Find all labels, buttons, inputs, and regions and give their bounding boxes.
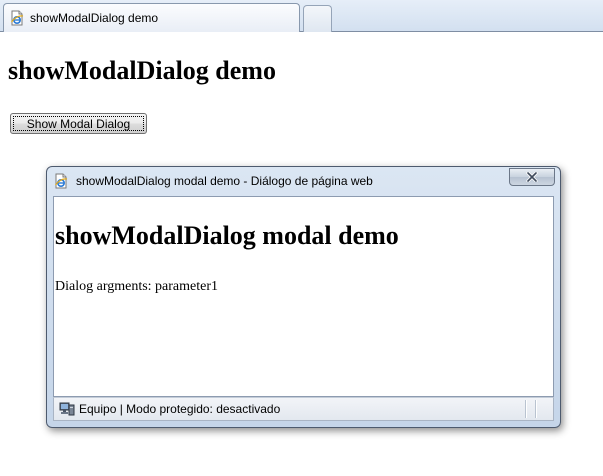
browser-window: showModalDialog demo showModalDialog dem…	[0, 0, 603, 476]
page-title: showModalDialog demo	[8, 56, 276, 85]
status-text: Equipo | Modo protegido: desactivado	[79, 402, 281, 416]
status-separator	[525, 400, 527, 418]
tab-title: showModalDialog demo	[30, 11, 159, 25]
dialog-heading: showModalDialog modal demo	[55, 221, 399, 250]
tab-strip: showModalDialog demo	[0, 0, 603, 32]
show-modal-dialog-button[interactable]: Show Modal Dialog	[10, 113, 147, 134]
tab-active[interactable]: showModalDialog demo	[3, 3, 300, 32]
dialog-status-bar: Equipo | Modo protegido: desactivado	[53, 397, 554, 421]
dialog-titlebar[interactable]: showModalDialog modal demo - Diálogo de …	[47, 167, 560, 195]
modal-dialog: showModalDialog modal demo - Diálogo de …	[46, 166, 561, 428]
dialog-arguments-text: Dialog argments: parameter1	[55, 279, 219, 294]
dialog-close-button[interactable]	[509, 168, 555, 186]
new-tab-button[interactable]	[303, 5, 332, 32]
close-icon	[526, 172, 538, 182]
status-separator	[535, 400, 537, 418]
dialog-title: showModalDialog modal demo - Diálogo de …	[76, 174, 373, 188]
dialog-content: showModalDialog modal demo Dialog argmen…	[53, 196, 554, 397]
ie-page-icon	[55, 173, 68, 189]
ie-page-icon	[11, 10, 24, 26]
computer-icon	[59, 402, 75, 416]
